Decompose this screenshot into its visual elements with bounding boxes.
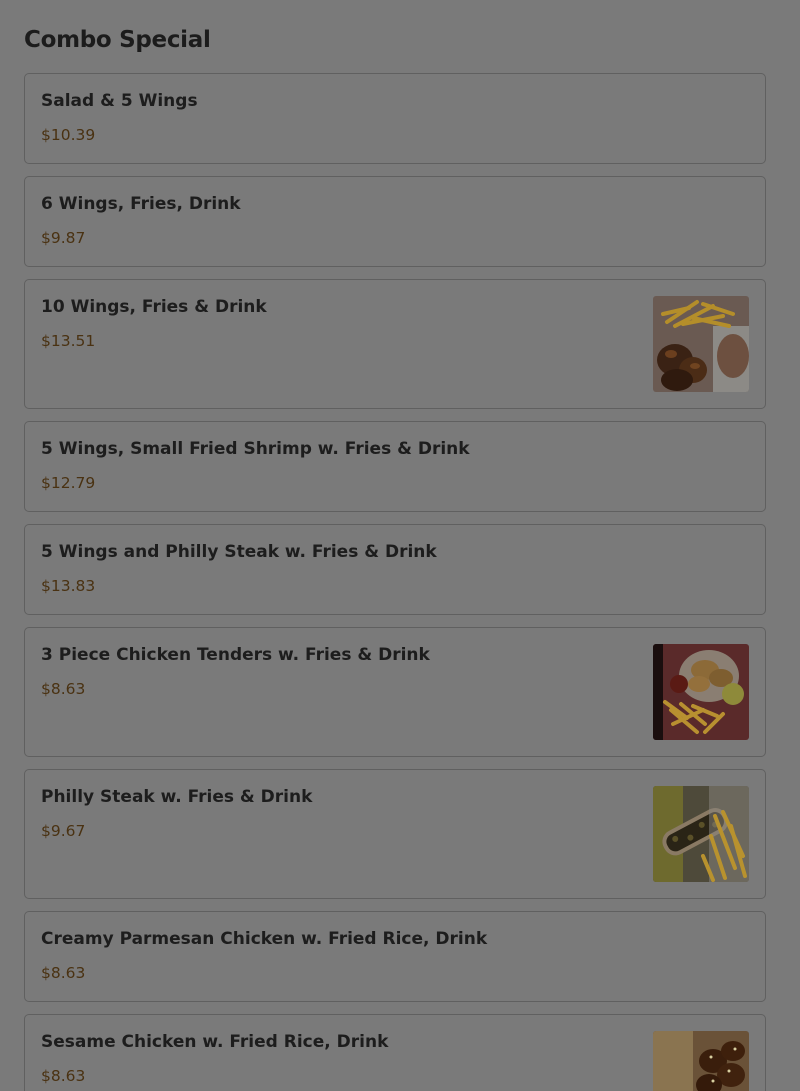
menu-item-name: Philly Steak w. Fries & Drink	[41, 787, 313, 807]
menu-page: Combo Special Salad & 5 Wings $10.39 6 W…	[0, 0, 800, 1091]
menu-item-card[interactable]: 5 Wings, Small Fried Shrimp w. Fries & D…	[24, 421, 766, 512]
menu-item-card[interactable]: 6 Wings, Fries, Drink $9.87	[24, 176, 766, 267]
menu-item-price: $8.63	[41, 1067, 86, 1085]
menu-item-name: 10 Wings, Fries & Drink	[41, 297, 267, 317]
menu-item-price: $13.83	[41, 577, 96, 595]
philly-steak-photo	[653, 786, 749, 882]
menu-item-name: Sesame Chicken w. Fried Rice, Drink	[41, 1032, 389, 1052]
menu-item-price: $12.79	[41, 474, 96, 492]
menu-item-price: $8.63	[41, 964, 86, 982]
menu-item-card[interactable]: 3 Piece Chicken Tenders w. Fries & Drink…	[24, 627, 766, 757]
menu-item-name: 3 Piece Chicken Tenders w. Fries & Drink	[41, 645, 430, 665]
menu-item-card[interactable]: Philly Steak w. Fries & Drink $9.67	[24, 769, 766, 899]
sesame-chicken-photo	[653, 1031, 749, 1091]
menu-item-name: Salad & 5 Wings	[41, 91, 198, 111]
section-title: Combo Special	[24, 27, 211, 53]
menu-item-card[interactable]: 10 Wings, Fries & Drink $13.51	[24, 279, 766, 409]
menu-item-card[interactable]: Sesame Chicken w. Fried Rice, Drink $8.6…	[24, 1014, 766, 1091]
menu-item-price: $13.51	[41, 332, 96, 350]
chicken-tenders-photo	[653, 644, 749, 740]
menu-item-card[interactable]: 5 Wings and Philly Steak w. Fries & Drin…	[24, 524, 766, 615]
menu-item-name: 6 Wings, Fries, Drink	[41, 194, 241, 214]
wings-and-fries-photo	[653, 296, 749, 392]
menu-item-price: $9.87	[41, 229, 86, 247]
menu-item-name: 5 Wings, Small Fried Shrimp w. Fries & D…	[41, 439, 470, 459]
menu-item-price: $8.63	[41, 680, 86, 698]
menu-item-price: $10.39	[41, 126, 96, 144]
menu-item-name: 5 Wings and Philly Steak w. Fries & Drin…	[41, 542, 437, 562]
menu-item-price: $9.67	[41, 822, 86, 840]
menu-item-name: Creamy Parmesan Chicken w. Fried Rice, D…	[41, 929, 488, 949]
menu-item-card[interactable]: Salad & 5 Wings $10.39	[24, 73, 766, 164]
menu-item-card[interactable]: Creamy Parmesan Chicken w. Fried Rice, D…	[24, 911, 766, 1002]
